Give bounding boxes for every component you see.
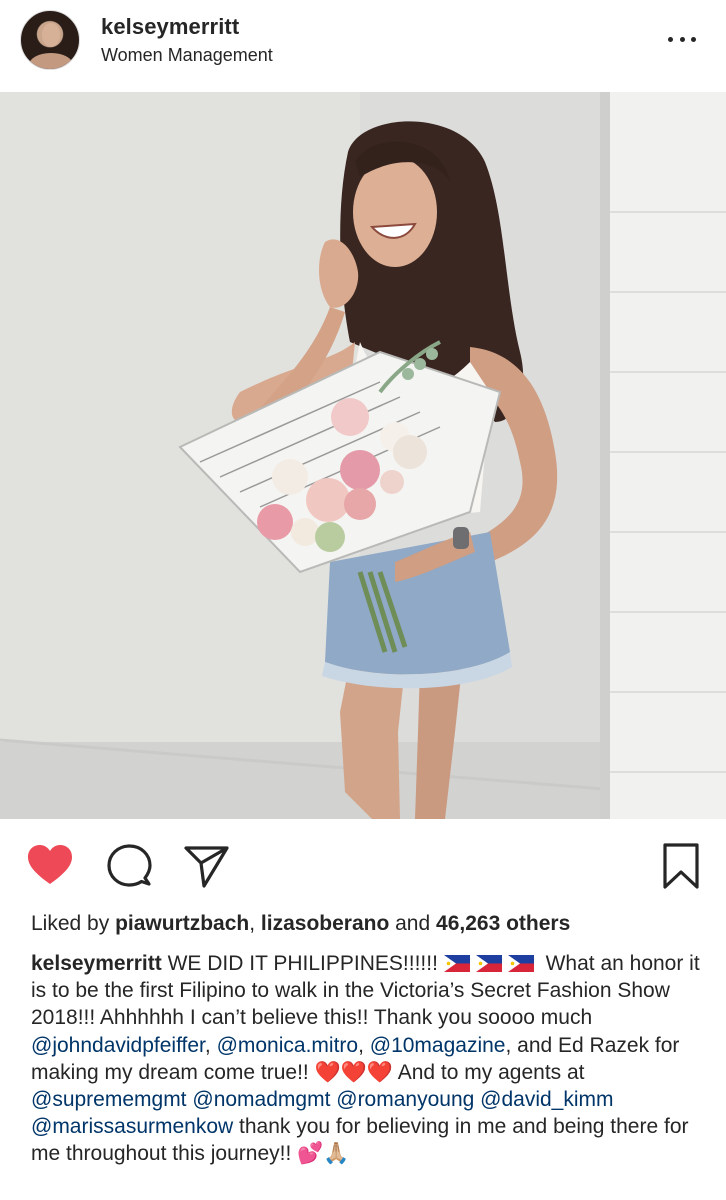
bookmark-icon[interactable] <box>655 840 707 892</box>
mention-romanyoung[interactable]: @romanyoung <box>336 1088 474 1111</box>
action-bar <box>0 830 726 900</box>
likes-and: and <box>389 912 437 935</box>
avatar[interactable] <box>20 10 80 70</box>
post-header: kelseymerritt Women Management <box>0 0 726 92</box>
mention-monica-mitro[interactable]: @monica.mitro <box>217 1034 359 1057</box>
location-label[interactable]: Women Management <box>101 45 273 66</box>
username[interactable]: kelseymerritt <box>101 14 239 40</box>
caption-text: WE DID IT PHILIPPINES!!!!!! <box>161 952 444 975</box>
mention-marissasurmenkow[interactable]: @marissasurmenkow <box>31 1115 233 1138</box>
avatar-face <box>42 23 60 47</box>
liker-piawurtzbach[interactable]: piawurtzbach <box>115 912 249 935</box>
caption-text: , <box>358 1033 370 1057</box>
philippines-flag-icon <box>443 955 470 972</box>
philippines-flag-icon <box>475 955 502 972</box>
mention-johndavidpfeiffer[interactable]: @johndavidpfeiffer <box>31 1034 205 1057</box>
caption-text: , <box>204 1033 217 1057</box>
more-horizontal-icon[interactable] <box>664 26 700 52</box>
mention-david-kimm[interactable]: @david_kimm <box>480 1088 613 1111</box>
hearts-pray-emoji: 💕🙏🏼 <box>297 1142 350 1166</box>
comment-icon[interactable] <box>103 840 155 892</box>
avatar-shoulders <box>29 53 73 69</box>
mention-10magazine[interactable]: @10magazine <box>370 1034 506 1057</box>
mention-suprememgmt[interactable]: @suprememgmt <box>31 1088 187 1111</box>
send-icon[interactable] <box>180 840 232 892</box>
likes-count[interactable]: 46,263 others <box>436 912 570 935</box>
philippines-flag-icon <box>507 955 534 972</box>
caption-username[interactable]: kelseymerritt <box>31 952 162 975</box>
liker-lizasoberano[interactable]: lizasoberano <box>261 912 389 935</box>
post-caption: kelseymerritt WE DID IT PHILIPPINES!!!!!… <box>31 950 706 1168</box>
likes-separator: , <box>249 912 261 935</box>
caption-text: And to my agents at <box>393 1060 585 1084</box>
likes-summary[interactable]: Liked by piawurtzbach, lizasoberano and … <box>31 912 570 936</box>
likes-prefix: Liked by <box>31 912 116 935</box>
post-image[interactable] <box>0 92 726 819</box>
heart-filled-icon[interactable] <box>24 840 76 892</box>
red-heart-emoji: ❤️❤️❤️ <box>314 1060 394 1084</box>
mention-nomadmgmt[interactable]: @nomadmgmt <box>192 1088 330 1111</box>
